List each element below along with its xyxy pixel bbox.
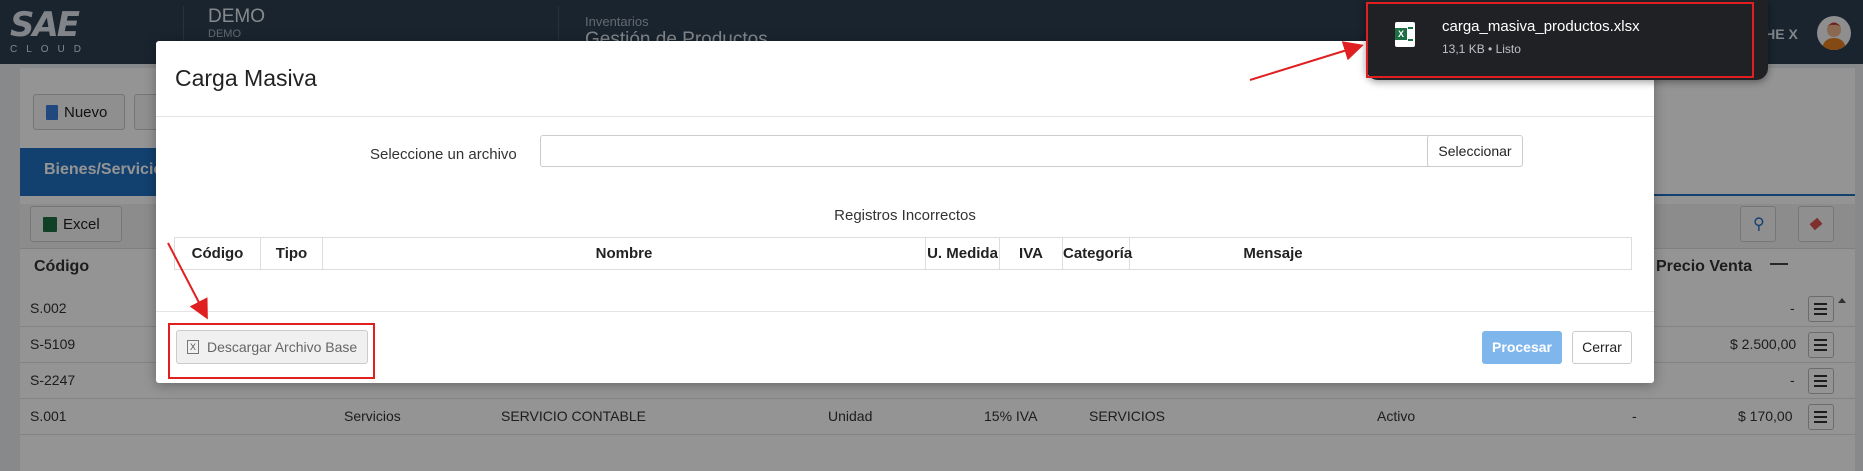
arrow-to-download-button	[167, 242, 208, 320]
arrow-to-download-popup	[1249, 41, 1364, 81]
annotation-arrows	[167, 41, 1364, 320]
